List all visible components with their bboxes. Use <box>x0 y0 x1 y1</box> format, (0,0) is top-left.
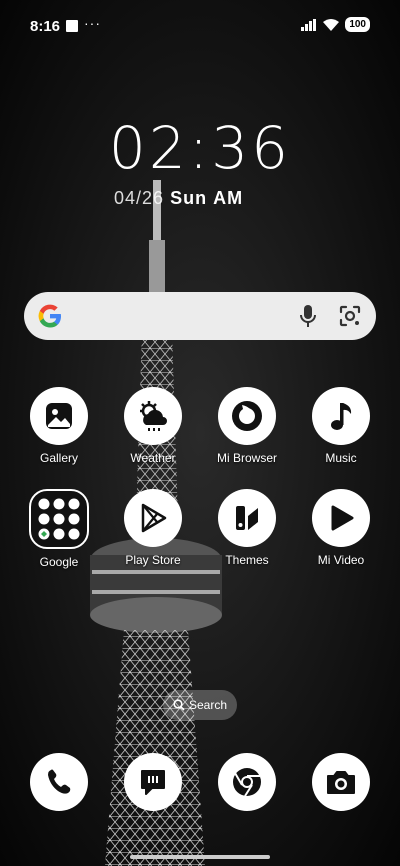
app-google-folder[interactable]: Google <box>16 489 102 569</box>
more-notifications-icon: ··· <box>84 15 101 31</box>
app-themes[interactable]: Themes <box>204 489 290 567</box>
app-label: Themes <box>225 553 269 567</box>
ampm-text: AM <box>213 188 244 208</box>
app-weather[interactable]: Weather <box>110 387 196 465</box>
app-label: Play Store <box>125 553 181 567</box>
weather-icon <box>124 387 182 445</box>
dock-camera[interactable] <box>312 753 370 811</box>
clock-date: 04/26 Sun AM <box>114 188 243 209</box>
home-indicator[interactable] <box>130 855 270 859</box>
mic-icon[interactable] <box>298 304 318 328</box>
google-folder-icon <box>29 489 89 549</box>
themes-icon <box>218 489 276 547</box>
app-label: Music <box>325 451 357 465</box>
wifi-icon <box>323 18 340 31</box>
battery-icon: 100 <box>345 17 370 32</box>
google-search-bar[interactable] <box>24 292 376 340</box>
search-icon <box>173 699 185 711</box>
chrome-icon <box>233 768 261 797</box>
notification-icon <box>66 20 78 32</box>
date-text: 04/26 <box>114 188 165 208</box>
app-play-store[interactable]: Play Store <box>110 489 196 567</box>
app-mi-browser[interactable]: Mi Browser <box>204 387 290 465</box>
browser-icon <box>218 387 276 445</box>
app-label: Gallery <box>39 451 78 465</box>
status-bar: 8:16 ··· 100 <box>0 0 400 52</box>
day-text: Sun <box>170 188 208 208</box>
app-gallery[interactable]: Gallery <box>16 387 102 465</box>
app-mi-video[interactable]: Mi Video <box>298 489 384 567</box>
signal-icon <box>301 18 317 31</box>
app-label: Mi Browser <box>216 451 277 465</box>
search-pill-label: Search <box>188 698 228 712</box>
clock-widget[interactable]: 02:36 04/26 Sun AM <box>0 114 400 208</box>
dock-phone[interactable] <box>30 753 88 811</box>
video-icon <box>312 489 370 547</box>
phone-icon <box>48 769 71 794</box>
google-logo-icon <box>38 304 61 328</box>
status-time: 8:16 <box>30 18 61 35</box>
app-music[interactable]: Music <box>298 387 384 465</box>
lens-icon[interactable] <box>338 304 362 328</box>
dock-chrome[interactable] <box>218 753 276 811</box>
music-icon <box>312 387 370 445</box>
play-store-icon <box>124 489 182 547</box>
app-label: Mi Video <box>317 553 365 567</box>
clock-time: 02:36 <box>108 114 292 182</box>
dock-messages[interactable] <box>124 753 182 811</box>
app-label: Google <box>39 555 79 569</box>
gallery-icon <box>30 387 88 445</box>
app-label: Weather <box>130 451 176 465</box>
messages-icon <box>141 770 165 795</box>
camera-icon <box>327 771 355 794</box>
home-search-button[interactable]: Search <box>163 690 237 720</box>
